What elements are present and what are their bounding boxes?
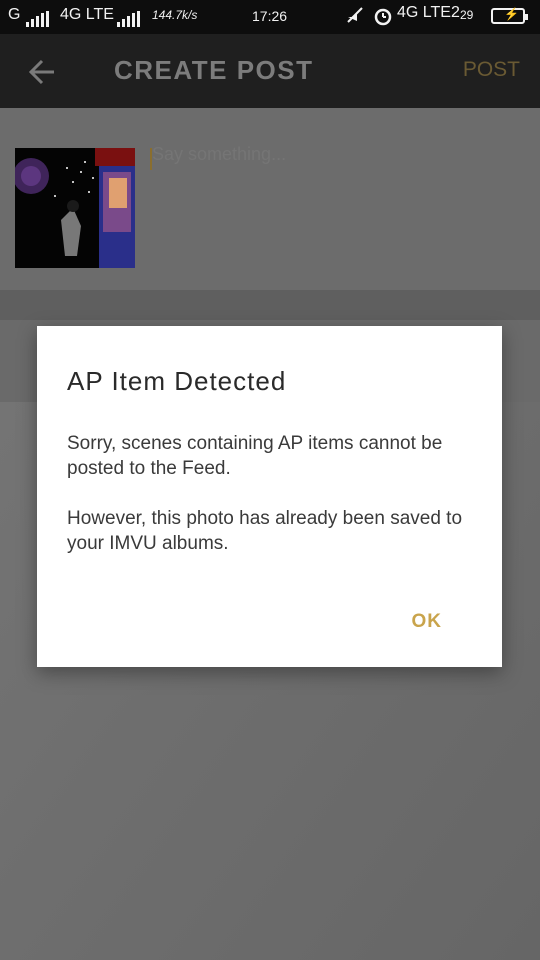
data-speed: 144.7k/s xyxy=(152,8,198,22)
battery-charging-icon: ⚡ xyxy=(491,7,528,24)
dialog-message-2: However, this photo has already been sav… xyxy=(67,508,463,554)
ok-button[interactable]: OK xyxy=(412,611,443,633)
dialog-message-1: Sorry, scenes containing AP items cannot… xyxy=(67,433,443,479)
status-bar: G 4G LTE 144.7k/s 17:26 4G LTE2 29 ⚡ xyxy=(0,0,540,34)
ap-item-dialog: AP Item Detected Sorry, scenes containin… xyxy=(37,326,502,667)
section-divider xyxy=(0,290,540,320)
network-label-1: 4G LTE xyxy=(60,6,114,23)
compose-section xyxy=(0,108,540,290)
post-button[interactable]: POST xyxy=(463,58,520,82)
mute-icon xyxy=(346,6,364,29)
dialog-title: AP Item Detected xyxy=(67,366,287,396)
alarm-icon xyxy=(373,6,393,31)
app-bar: CREATE POST POST xyxy=(0,34,540,108)
caption-input[interactable] xyxy=(150,144,512,165)
arrow-left-icon[interactable] xyxy=(22,54,62,90)
signal-bars-icon xyxy=(24,9,50,27)
page-title: CREATE POST xyxy=(114,55,314,85)
photo-thumbnail[interactable] xyxy=(15,148,135,268)
carrier-label: G xyxy=(8,6,21,23)
battery-percent: 29 xyxy=(460,8,474,22)
clock: 17:26 xyxy=(252,8,288,24)
signal-bars-icon xyxy=(115,9,141,27)
network-label-2: 4G LTE2 xyxy=(397,4,460,21)
